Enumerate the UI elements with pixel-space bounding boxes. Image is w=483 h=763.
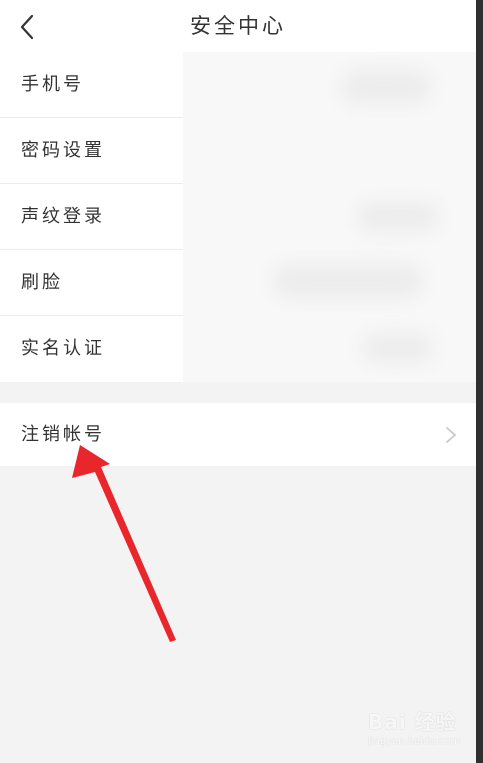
list-item-label: 手机号: [21, 74, 84, 95]
screen-edge: [476, 0, 483, 763]
navigation-bar: 安全中心: [0, 0, 476, 52]
cancel-account-label: 注销帐号: [21, 424, 105, 445]
list-item-label: 密码设置: [21, 140, 105, 161]
security-center-screen: 安全中心 手机号 密码设置 声纹登录 刷脸 实名认证 注销帐号: [0, 0, 476, 763]
list-item-real-name[interactable]: 实名认证: [0, 316, 476, 382]
page-title: 安全中心: [190, 14, 286, 38]
list-item-cancel-account[interactable]: 注销帐号: [0, 403, 476, 466]
settings-list: 手机号 密码设置 声纹登录 刷脸 实名认证: [0, 52, 476, 382]
watermark: Bai 经验 jingyan.baidu.com: [368, 706, 468, 756]
list-item-face-scan[interactable]: 刷脸: [0, 250, 476, 316]
chevron-right-icon: [446, 427, 456, 443]
list-item-label: 刷脸: [21, 272, 63, 293]
watermark-sub: jingyan.baidu.com: [368, 736, 461, 747]
watermark-text: Bai 经验: [368, 710, 457, 734]
list-item-phone[interactable]: 手机号: [0, 52, 476, 118]
list-item-label: 实名认证: [21, 338, 105, 359]
list-item-password[interactable]: 密码设置: [0, 118, 476, 184]
list-item-voiceprint-login[interactable]: 声纹登录: [0, 184, 476, 250]
list-item-label: 声纹登录: [21, 206, 105, 227]
